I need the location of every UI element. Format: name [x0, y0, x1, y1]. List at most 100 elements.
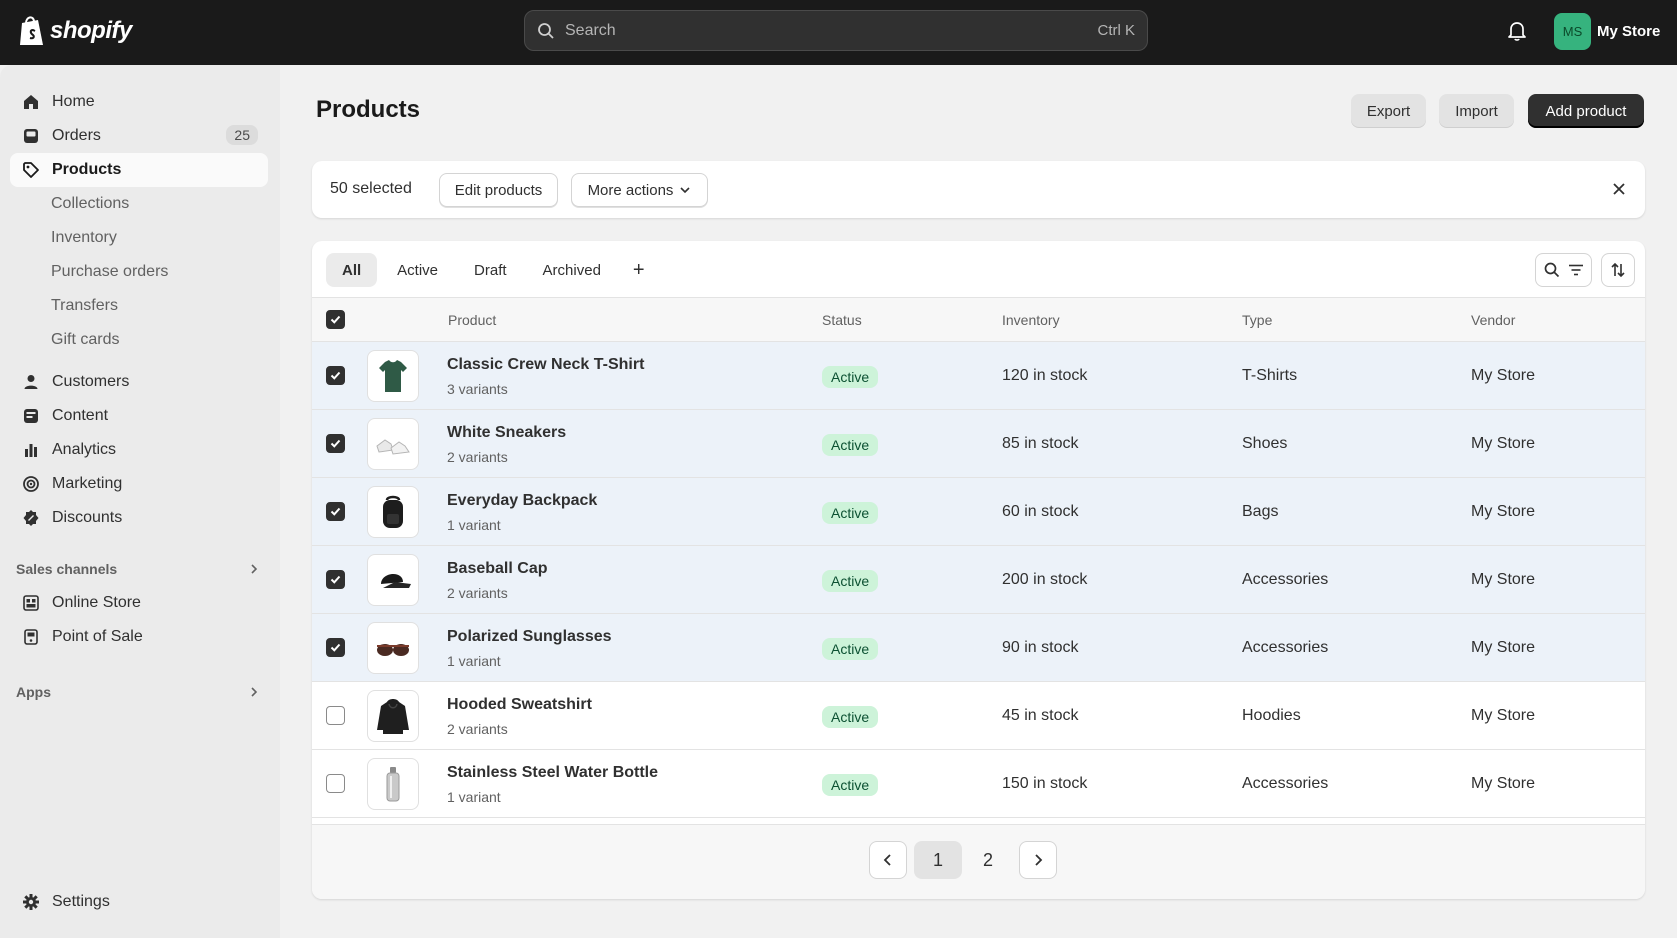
- page-2-button[interactable]: 2: [964, 841, 1012, 879]
- sidebar-item-discounts[interactable]: Discounts: [10, 501, 268, 535]
- sidebar-item-transfers[interactable]: Transfers: [10, 289, 268, 323]
- sidebar-item-online-store[interactable]: Online Store: [10, 586, 268, 620]
- sidebar-item-label: Home: [52, 93, 95, 110]
- row-checkbox[interactable]: [326, 638, 345, 657]
- add-view-button[interactable]: +: [621, 253, 657, 287]
- table-row[interactable]: Hooded Sweatshirt 2 variants Active 45 in s…: [312, 682, 1645, 750]
- table-row[interactable]: Classic Crew Neck T-Shirt 3 variants Activ…: [312, 342, 1645, 410]
- previous-page-button[interactable]: [869, 841, 907, 879]
- pos-icon: [24, 629, 38, 645]
- inventory-cell: 120 in stock: [1002, 367, 1088, 384]
- store-switcher[interactable]: MS My Store: [1554, 13, 1660, 50]
- filter-lines-icon: [1568, 264, 1583, 276]
- import-button[interactable]: Import: [1439, 94, 1514, 128]
- table-row[interactable]: Everyday Backpack 1 variant Active 60 in st…: [312, 478, 1645, 546]
- chevron-down-icon: [680, 187, 691, 194]
- column-header-product[interactable]: Product: [448, 312, 496, 328]
- sidebar-item-analytics[interactable]: Analytics: [10, 433, 268, 467]
- sidebar-item-products[interactable]: Products: [10, 153, 268, 187]
- vendor-cell: My Store: [1471, 367, 1536, 384]
- page-title: Products: [316, 96, 421, 123]
- product-name[interactable]: Stainless Steel Water Bottle: [447, 764, 658, 782]
- product-variants: 1 variant: [447, 789, 501, 805]
- product-thumbnail[interactable]: [367, 758, 419, 810]
- notifications-bell-icon[interactable]: [1506, 20, 1528, 42]
- table-row[interactable]: Polarized Sunglasses 1 variant Active 90 in…: [312, 614, 1645, 682]
- sidebar-item-settings[interactable]: Settings: [10, 885, 268, 919]
- sidebar-item-label: Settings: [52, 893, 110, 910]
- tab-draft[interactable]: Draft: [458, 253, 523, 287]
- row-checkbox[interactable]: [326, 502, 345, 521]
- column-header-vendor[interactable]: Vendor: [1471, 312, 1515, 328]
- product-thumbnail[interactable]: [367, 690, 419, 742]
- discount-icon: [23, 510, 39, 526]
- search-bar[interactable]: Ctrl K: [524, 10, 1148, 51]
- status-badge: Active: [822, 706, 879, 728]
- edit-products-button[interactable]: Edit products: [439, 173, 558, 207]
- product-name[interactable]: Hooded Sweatshirt: [447, 696, 592, 714]
- sidebar-item-customers[interactable]: Customers: [10, 365, 268, 399]
- product-name[interactable]: Classic Crew Neck T-Shirt: [447, 356, 644, 374]
- search-icon: [1544, 262, 1559, 278]
- tab-all[interactable]: All: [326, 253, 378, 287]
- row-checkbox[interactable]: [326, 366, 345, 385]
- product-thumbnail[interactable]: [367, 554, 419, 606]
- row-checkbox[interactable]: [326, 570, 345, 589]
- search-input[interactable]: [565, 21, 1098, 40]
- checkmark-icon: [330, 371, 341, 380]
- shopify-logo[interactable]: shopify: [18, 14, 132, 48]
- column-header-type[interactable]: Type: [1242, 312, 1272, 328]
- product-name[interactable]: White Sneakers: [447, 424, 566, 442]
- chevron-right-icon: [251, 564, 258, 574]
- sidebar-item-purchase-orders[interactable]: Purchase orders: [10, 255, 268, 289]
- product-thumbnail[interactable]: [367, 350, 419, 402]
- inventory-cell: 60 in stock: [1002, 503, 1079, 520]
- page-1-button[interactable]: 1: [914, 841, 962, 879]
- row-checkbox[interactable]: [326, 434, 345, 453]
- row-checkbox[interactable]: [326, 774, 345, 793]
- select-all-checkbox[interactable]: [326, 310, 345, 329]
- table-row[interactable]: Stainless Steel Water Bottle 1 variant Act…: [312, 750, 1645, 818]
- search-filter-button[interactable]: [1535, 253, 1592, 287]
- sidebar-item-collections[interactable]: Collections: [10, 187, 268, 221]
- row-checkbox[interactable]: [326, 706, 345, 725]
- table-row[interactable]: Baseball Cap 2 variants Active 200 in stock…: [312, 546, 1645, 614]
- product-variants: 2 variants: [447, 585, 508, 601]
- product-thumbnail[interactable]: [367, 486, 419, 538]
- column-header-inventory[interactable]: Inventory: [1002, 312, 1060, 328]
- sidebar-item-marketing[interactable]: Marketing: [10, 467, 268, 501]
- product-name[interactable]: Polarized Sunglasses: [447, 628, 612, 646]
- table-row[interactable]: White Sneakers 2 variants Active 85 in stoc…: [312, 410, 1645, 478]
- sidebar-item-gift-cards[interactable]: Gift cards: [10, 323, 268, 357]
- sales-channels-section[interactable]: Sales channels: [16, 561, 261, 577]
- product-thumbnail[interactable]: [367, 418, 419, 470]
- sidebar-item-label: Content: [52, 407, 109, 424]
- sidebar-item-label: Collections: [51, 195, 130, 212]
- sidebar-item-label: Orders: [52, 127, 101, 144]
- type-cell: T-Shirts: [1242, 367, 1298, 384]
- apps-section[interactable]: Apps: [16, 684, 261, 700]
- product-thumbnail[interactable]: [367, 622, 419, 674]
- sidebar-item-content[interactable]: Content: [10, 399, 268, 433]
- sidebar-item-point-of-sale[interactable]: Point of Sale: [10, 620, 268, 654]
- sidebar-item-inventory[interactable]: Inventory: [10, 221, 268, 255]
- export-button[interactable]: Export: [1351, 94, 1426, 128]
- sort-button[interactable]: [1601, 253, 1635, 287]
- checkmark-icon: [330, 507, 341, 516]
- cap-icon: [381, 573, 411, 588]
- tab-active[interactable]: Active: [381, 253, 454, 287]
- product-name[interactable]: Baseball Cap: [447, 560, 547, 578]
- sidebar-item-label: Inventory: [51, 229, 117, 246]
- close-icon[interactable]: [1611, 181, 1627, 197]
- inventory-cell: 90 in stock: [1002, 639, 1079, 656]
- search-shortcut: Ctrl K: [1097, 22, 1136, 39]
- column-header-status[interactable]: Status: [822, 312, 862, 328]
- next-page-button[interactable]: [1019, 841, 1057, 879]
- add-product-button[interactable]: Add product: [1528, 94, 1644, 128]
- sneakers-icon: [376, 439, 410, 455]
- tab-archived[interactable]: Archived: [527, 253, 617, 287]
- sidebar-item-orders[interactable]: Orders 25: [10, 119, 268, 153]
- sidebar-item-home[interactable]: Home: [10, 85, 268, 119]
- product-name[interactable]: Everyday Backpack: [447, 492, 597, 510]
- more-actions-button[interactable]: More actions: [571, 173, 708, 207]
